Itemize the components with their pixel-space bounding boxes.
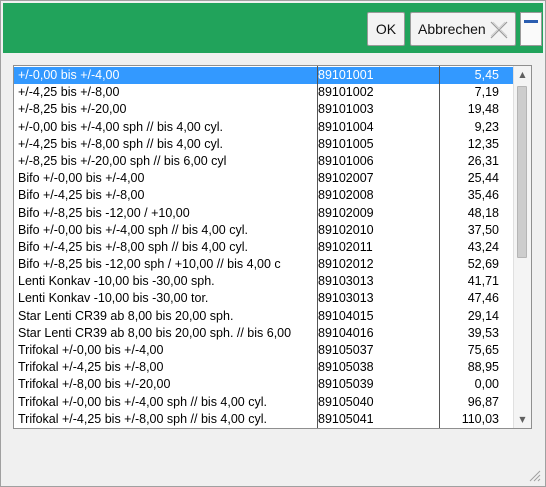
item-code: 89104016 bbox=[318, 325, 374, 340]
item-description: Trifokal +/-4,25 bis +/-8,00 sph // bis … bbox=[18, 411, 267, 426]
item-code: 89102010 bbox=[318, 222, 374, 237]
ok-button-label: OK bbox=[375, 21, 397, 37]
item-price: 5,45 bbox=[474, 68, 499, 82]
item-code: 89102009 bbox=[318, 205, 374, 220]
cancel-cross-icon bbox=[490, 21, 508, 39]
item-description: Trifokal +/-8,00 bis +/-20,00 bbox=[18, 377, 171, 392]
item-description: +/-4,25 bis +/-8,00 sph // bis 4,00 cyl. bbox=[18, 136, 223, 151]
item-description: Lenti Konkav -10,00 bis -30,00 tor. bbox=[18, 291, 209, 306]
item-description: Bifo +/-4,25 bis +/-8,00 sph // bis 4,00… bbox=[18, 239, 248, 254]
item-description: Trifokal +/-0,00 bis +/-4,00 bbox=[18, 343, 164, 357]
lens-price-list[interactable]: +/-0,00 bis +/-4,00 89101001 5,45 +/-4,25 b… bbox=[13, 65, 532, 429]
item-code: 89102012 bbox=[318, 257, 374, 272]
ok-button[interactable]: OK bbox=[367, 12, 405, 46]
item-code: 89103013 bbox=[318, 291, 374, 306]
item-price: 19,48 bbox=[467, 102, 499, 117]
item-description: +/-0,00 bis +/-4,00 sph // bis 4,00 cyl. bbox=[18, 119, 223, 134]
item-code: 89101006 bbox=[318, 153, 374, 168]
item-price: 110,03 bbox=[461, 411, 499, 426]
item-description: Trifokal +/-4,25 bis +/-8,00 bbox=[18, 360, 164, 375]
item-price: 88,95 bbox=[467, 360, 499, 375]
dialog-window: OK Abbrechen +/-0,00 bis +/-4,00 89101001… bbox=[0, 0, 546, 487]
item-description: Bifo +/-0,00 bis +/-4,00 bbox=[18, 171, 145, 186]
item-description: Star Lenti CR39 ab 8,00 bis 20,00 sph. bbox=[18, 308, 234, 323]
item-price: 25,44 bbox=[467, 171, 499, 186]
item-code: 89105039 bbox=[318, 377, 374, 392]
item-description: +/-0,00 bis +/-4,00 bbox=[18, 68, 120, 82]
vertical-scrollbar[interactable]: ▲ ▼ bbox=[513, 66, 531, 428]
item-code: 89102007 bbox=[318, 171, 374, 186]
column-divider bbox=[439, 66, 440, 428]
item-code: 89104015 bbox=[318, 308, 374, 323]
column-divider bbox=[317, 66, 318, 428]
item-code: 89101002 bbox=[318, 85, 374, 100]
item-price: 43,24 bbox=[467, 239, 499, 254]
scroll-down-arrow-icon[interactable]: ▼ bbox=[514, 411, 531, 428]
item-description: Bifo +/-0,00 bis +/-4,00 sph // bis 4,00… bbox=[18, 222, 248, 237]
item-description: +/-8,25 bis +/-20,00 sph // bis 6,00 cyl bbox=[18, 153, 227, 168]
item-code: 89101003 bbox=[318, 102, 374, 117]
item-code: 89105041 bbox=[318, 411, 374, 426]
minimize-icon bbox=[524, 20, 538, 23]
item-price: 0,00 bbox=[474, 377, 499, 392]
item-description: Bifo +/-8,25 bis -12,00 / +10,00 bbox=[18, 205, 190, 220]
minimize-button[interactable] bbox=[520, 12, 542, 46]
item-code: 89105040 bbox=[318, 394, 374, 409]
item-price: 48,18 bbox=[467, 205, 499, 220]
item-price: 7,19 bbox=[474, 85, 499, 100]
item-code: 89105037 bbox=[318, 343, 374, 357]
item-description: Bifo +/-8,25 bis -12,00 sph / +10,00 // … bbox=[18, 257, 281, 272]
item-price: 39,53 bbox=[467, 325, 499, 340]
item-price: 37,50 bbox=[467, 222, 499, 237]
item-code: 89101001 bbox=[318, 68, 374, 82]
item-code: 89102008 bbox=[318, 188, 374, 203]
item-code: 89105038 bbox=[318, 360, 374, 375]
item-price: 52,69 bbox=[467, 257, 499, 272]
item-description: +/-8,25 bis +/-20,00 bbox=[18, 102, 127, 117]
item-price: 29,14 bbox=[467, 308, 499, 323]
item-description: +/-4,25 bis +/-8,00 bbox=[18, 85, 120, 100]
resize-grip-icon[interactable] bbox=[527, 468, 541, 482]
item-price: 35,46 bbox=[467, 188, 499, 203]
item-price: 75,65 bbox=[467, 343, 499, 357]
item-description: Bifo +/-4,25 bis +/-8,00 bbox=[18, 188, 145, 203]
item-description: Trifokal +/-0,00 bis +/-4,00 sph // bis … bbox=[18, 394, 267, 409]
item-code: 89102011 bbox=[318, 239, 373, 254]
item-price: 41,71 bbox=[467, 274, 499, 289]
item-code: 89103013 bbox=[318, 274, 374, 289]
cancel-button[interactable]: Abbrechen bbox=[410, 12, 516, 46]
scroll-up-arrow-icon[interactable]: ▲ bbox=[514, 66, 531, 83]
item-price: 26,31 bbox=[467, 153, 499, 168]
scrollbar-thumb[interactable] bbox=[517, 86, 527, 258]
item-price: 47,46 bbox=[467, 291, 499, 306]
item-price: 96,87 bbox=[467, 394, 499, 409]
item-description: Star Lenti CR39 ab 8,00 bis 20,00 sph. /… bbox=[18, 325, 292, 340]
item-code: 89101004 bbox=[318, 119, 374, 134]
item-code: 89101005 bbox=[318, 136, 374, 151]
top-toolbar: OK Abbrechen bbox=[3, 3, 543, 53]
item-description: Lenti Konkav -10,00 bis -30,00 sph. bbox=[18, 274, 215, 289]
cancel-button-label: Abbrechen bbox=[418, 21, 486, 37]
item-price: 12,35 bbox=[467, 136, 499, 151]
item-price: 9,23 bbox=[474, 119, 499, 134]
